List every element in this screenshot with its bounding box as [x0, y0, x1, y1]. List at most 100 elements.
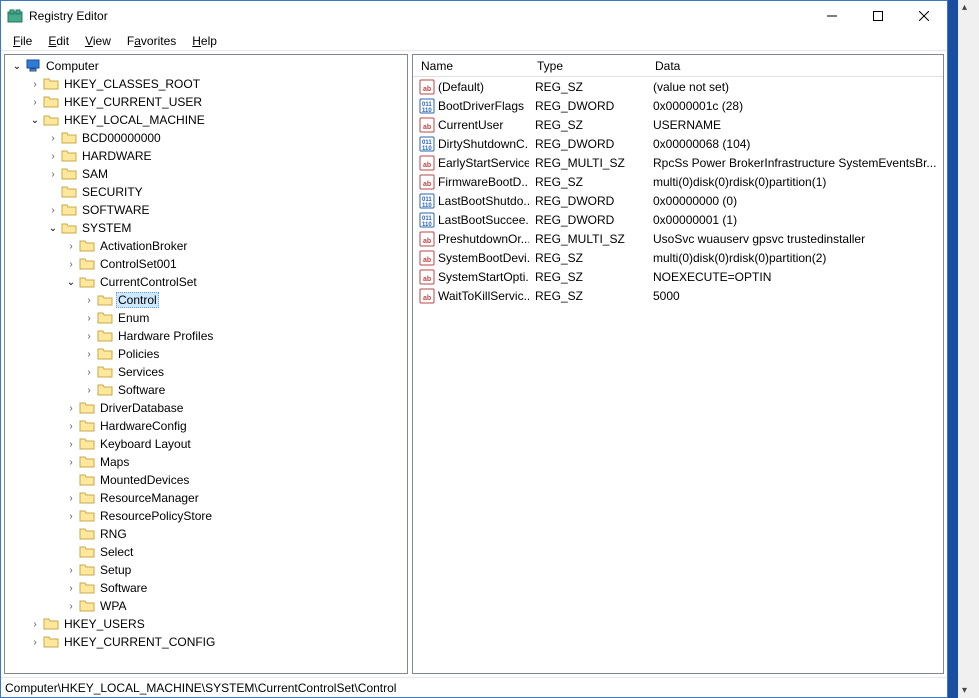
tree-label[interactable]: CurrentControlSet	[98, 275, 199, 289]
expand-icon[interactable]: ›	[45, 169, 61, 180]
tree-ccs-software[interactable]: ›Software	[5, 381, 407, 399]
value-row[interactable]: 011110BootDriverFlagsREG_DWORD0x0000001c…	[413, 96, 943, 115]
value-row[interactable]: abSystemBootDevi...REG_SZmulti(0)disk(0)…	[413, 248, 943, 267]
tree-resourcepolicystore[interactable]: ›ResourcePolicyStore	[5, 507, 407, 525]
value-row[interactable]: abCurrentUserREG_SZUSERNAME	[413, 115, 943, 134]
tree-label[interactable]: Policies	[116, 347, 161, 361]
menu-file[interactable]: File	[5, 32, 40, 50]
tree-policies[interactable]: › Policies	[5, 345, 407, 363]
tree-label[interactable]: RNG	[98, 527, 129, 541]
expand-icon[interactable]: ›	[63, 601, 79, 612]
tree-label[interactable]: DriverDatabase	[98, 401, 185, 415]
tree-label[interactable]: ResourcePolicyStore	[98, 509, 214, 523]
expand-icon[interactable]: ›	[81, 349, 97, 360]
maximize-button[interactable]	[855, 1, 901, 31]
tree-label[interactable]: HardwareConfig	[98, 419, 189, 433]
expand-icon[interactable]: ›	[27, 637, 43, 648]
tree-wpa[interactable]: ›WPA	[5, 597, 407, 615]
value-row[interactable]: ab(Default)REG_SZ(value not set)	[413, 77, 943, 96]
value-name-cell[interactable]: abEarlyStartServices	[413, 155, 529, 171]
value-name-cell[interactable]: abCurrentUser	[413, 117, 529, 133]
value-name-cell[interactable]: 011110DirtyShutdownC...	[413, 136, 529, 152]
value-row[interactable]: abFirmwareBootD...REG_SZmulti(0)disk(0)r…	[413, 172, 943, 191]
tree-resourcemanager[interactable]: ›ResourceManager	[5, 489, 407, 507]
expand-icon[interactable]: ›	[63, 493, 79, 504]
menu-favorites[interactable]: Favorites	[119, 32, 184, 50]
tree-currentcontrolset[interactable]: ⌄ CurrentControlSet	[5, 273, 407, 291]
expand-icon[interactable]: ›	[81, 385, 97, 396]
tree-label[interactable]: HKEY_CURRENT_CONFIG	[62, 635, 217, 649]
tree-label[interactable]: Hardware Profiles	[116, 329, 215, 343]
tree-hardware[interactable]: ›HARDWARE	[5, 147, 407, 165]
tree-hku[interactable]: › HKEY_USERS	[5, 615, 407, 633]
tree-activationbroker[interactable]: ›ActivationBroker	[5, 237, 407, 255]
tree-software[interactable]: › SOFTWARE	[5, 201, 407, 219]
expand-icon[interactable]: ›	[63, 457, 79, 468]
value-name-cell[interactable]: 011110BootDriverFlags	[413, 98, 529, 114]
values-panel[interactable]: Name Type Data ab(Default)REG_SZ(value n…	[412, 54, 944, 674]
tree-security[interactable]: ·SECURITY	[5, 183, 407, 201]
tree-label[interactable]: MountedDevices	[98, 473, 191, 487]
value-name-cell[interactable]: ab(Default)	[413, 79, 529, 95]
tree-label[interactable]: Enum	[116, 311, 151, 325]
menu-view[interactable]: View	[77, 32, 119, 50]
tree-hklm[interactable]: ⌄HKEY_LOCAL_MACHINE	[5, 111, 407, 129]
close-button[interactable]	[901, 1, 947, 31]
value-name-cell[interactable]: abSystemStartOpti...	[413, 269, 529, 285]
expand-icon[interactable]: ›	[63, 259, 79, 270]
tree-label[interactable]: Select	[98, 545, 135, 559]
tree-label[interactable]: HKEY_CURRENT_USER	[62, 95, 204, 109]
tree-setup[interactable]: ›Setup	[5, 561, 407, 579]
tree-label[interactable]: HARDWARE	[80, 149, 154, 163]
tree-bcd[interactable]: ›BCD00000000	[5, 129, 407, 147]
expand-icon[interactable]: ›	[27, 79, 43, 90]
tree-select[interactable]: ·Select	[5, 543, 407, 561]
value-name-cell[interactable]: abFirmwareBootD...	[413, 174, 529, 190]
collapse-icon[interactable]: ⌄	[63, 277, 79, 288]
tree-label[interactable]: SECURITY	[80, 185, 145, 199]
tree-hardwareprofiles[interactable]: › Hardware Profiles	[5, 327, 407, 345]
expand-icon[interactable]: ›	[63, 403, 79, 414]
tree-label[interactable]: Computer	[44, 59, 101, 73]
tree-mounteddevices[interactable]: ·MountedDevices	[5, 471, 407, 489]
expand-icon[interactable]: ›	[63, 421, 79, 432]
tree-rng[interactable]: ·RNG	[5, 525, 407, 543]
expand-icon[interactable]: ›	[63, 583, 79, 594]
collapse-icon[interactable]: ⌄	[45, 223, 61, 234]
value-row[interactable]: abSystemStartOpti...REG_SZ NOEXECUTE=OPT…	[413, 267, 943, 286]
tree-hardwareconfig[interactable]: › HardwareConfig	[5, 417, 407, 435]
value-row[interactable]: 011110DirtyShutdownC...REG_DWORD0x000000…	[413, 134, 943, 153]
tree-services[interactable]: ›Services	[5, 363, 407, 381]
tree-label[interactable]: Software	[98, 581, 149, 595]
expand-icon[interactable]: ›	[27, 619, 43, 630]
expand-icon[interactable]: ›	[63, 565, 79, 576]
tree-controlset001[interactable]: ›ControlSet001	[5, 255, 407, 273]
menu-help[interactable]: Help	[184, 32, 225, 50]
tree-label[interactable]: Control	[116, 292, 159, 308]
value-name-cell[interactable]: 011110LastBootSuccee...	[413, 212, 529, 228]
minimize-button[interactable]	[809, 1, 855, 31]
expand-icon[interactable]: ›	[81, 295, 97, 306]
expand-icon[interactable]: ›	[27, 97, 43, 108]
value-name-cell[interactable]: abWaitToKillServic...	[413, 288, 529, 304]
tree-sam[interactable]: ›SAM	[5, 165, 407, 183]
tree-system[interactable]: ⌄ SYSTEM	[5, 219, 407, 237]
expand-icon[interactable]: ›	[81, 331, 97, 342]
tree-sys-software[interactable]: › Software	[5, 579, 407, 597]
expand-icon[interactable]: ›	[45, 133, 61, 144]
tree-maps[interactable]: ›Maps	[5, 453, 407, 471]
value-row[interactable]: abEarlyStartServicesREG_MULTI_SZRpcSs Po…	[413, 153, 943, 172]
tree-label[interactable]: ActivationBroker	[98, 239, 189, 253]
expand-icon[interactable]: ›	[81, 367, 97, 378]
tree-label[interactable]: SOFTWARE	[80, 203, 152, 217]
expand-icon[interactable]: ›	[63, 439, 79, 450]
tree-hkcu[interactable]: › HKEY_CURRENT_USER	[5, 93, 407, 111]
tree-label[interactable]: HKEY_USERS	[62, 617, 147, 631]
tree-hkcc[interactable]: › HKEY_CURRENT_CONFIG	[5, 633, 407, 651]
expand-icon[interactable]: ›	[45, 205, 61, 216]
value-row[interactable]: 011110LastBootSuccee...REG_DWORD0x000000…	[413, 210, 943, 229]
tree-control[interactable]: › Control	[5, 291, 407, 309]
value-name-cell[interactable]: 011110LastBootShutdo...	[413, 193, 529, 209]
tree-label[interactable]: SYSTEM	[80, 221, 133, 235]
expand-icon[interactable]: ›	[81, 313, 97, 324]
